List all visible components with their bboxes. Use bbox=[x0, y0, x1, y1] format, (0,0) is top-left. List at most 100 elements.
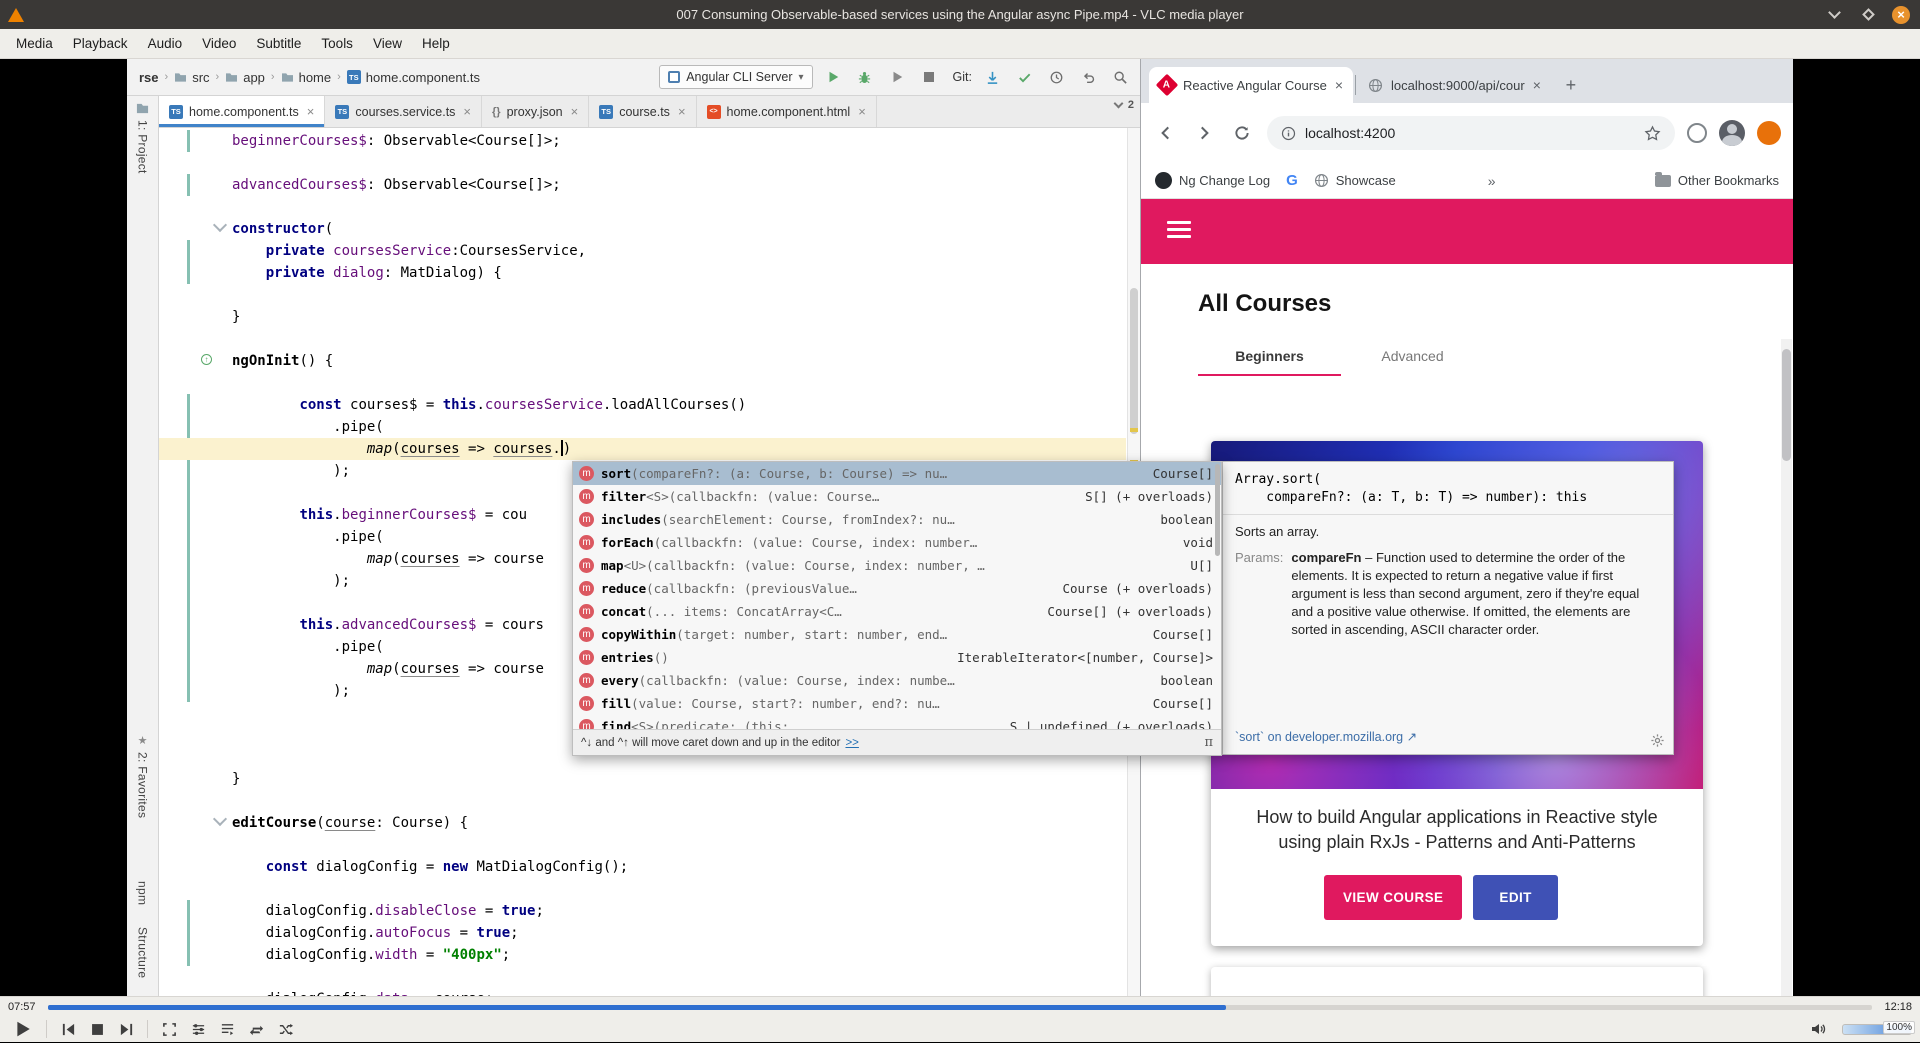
bookmark-star-icon[interactable] bbox=[1644, 124, 1661, 142]
sidebar-item-favorites[interactable]: ★ 2: Favorites bbox=[127, 734, 158, 818]
bookmarks-overflow-chevrons[interactable]: » bbox=[1488, 173, 1496, 189]
code-line[interactable]: } bbox=[232, 306, 1126, 328]
maximize-button[interactable] bbox=[1858, 5, 1878, 25]
menu-video[interactable]: Video bbox=[192, 32, 246, 55]
loop-button[interactable] bbox=[243, 1017, 269, 1041]
git-update-button[interactable] bbox=[980, 65, 1004, 89]
code-line[interactable]: dialogConfig.autoFocus = true; bbox=[232, 922, 1126, 944]
code-line[interactable]: } bbox=[232, 768, 1126, 790]
page-scrollbar[interactable] bbox=[1781, 339, 1792, 996]
back-button[interactable] bbox=[1153, 120, 1179, 146]
completion-item-forEach[interactable]: m forEach (callbackfn: (value: Course, ind… bbox=[573, 531, 1221, 554]
close-button[interactable]: × bbox=[1892, 5, 1910, 24]
editor-tab-home.component.ts[interactable]: TS home.component.ts × bbox=[159, 96, 326, 127]
edit-button[interactable]: EDIT bbox=[1473, 875, 1558, 921]
completion-item-filter[interactable]: m filter <S>(callbackfn: (value: Course… S[… bbox=[573, 485, 1221, 508]
completion-item-fill[interactable]: m fill (value: Course, start?: number, end… bbox=[573, 692, 1221, 715]
forward-button[interactable] bbox=[1191, 120, 1217, 146]
editor-tab-proxy.json[interactable]: {} proxy.json × bbox=[482, 96, 590, 127]
code-line[interactable] bbox=[232, 878, 1126, 900]
tab-advanced[interactable]: Advanced bbox=[1341, 338, 1484, 376]
profile-icon[interactable] bbox=[1757, 121, 1781, 145]
bookmark-ng-change-log[interactable]: Ng Change Log bbox=[1155, 172, 1270, 189]
completion-item-includes[interactable]: m includes (searchElement: Course, fromInd… bbox=[573, 508, 1221, 531]
tab-beginners[interactable]: Beginners bbox=[1198, 338, 1341, 376]
code-line[interactable]: const dialogConfig = new MatDialogConfig… bbox=[232, 856, 1126, 878]
pi-icon[interactable]: π bbox=[1204, 735, 1213, 750]
code-line[interactable]: dialogConfig.width = "400px"; bbox=[232, 944, 1126, 966]
code-line[interactable] bbox=[232, 834, 1126, 856]
menu-playback[interactable]: Playback bbox=[63, 32, 138, 55]
code-line[interactable]: advancedCourses$: Observable<Course[]>; bbox=[232, 174, 1126, 196]
stop-button[interactable] bbox=[84, 1017, 110, 1041]
run-config-select[interactable]: Angular CLI Server ▾ bbox=[659, 65, 813, 89]
volume-slider[interactable]: 100% bbox=[1842, 1020, 1915, 1035]
code-line[interactable]: map(courses => courses.) bbox=[159, 438, 1126, 460]
completion-item-copyWithin[interactable]: m copyWithin (target: number, start: numbe… bbox=[573, 623, 1221, 646]
completion-item-find[interactable]: m find <S>(predicate: (this:… S | undefined… bbox=[573, 715, 1221, 729]
breadcrumb-item-rse[interactable]: rse bbox=[135, 68, 163, 87]
browser-tab-reactive-angular-course[interactable]: A Reactive Angular Course × bbox=[1149, 67, 1353, 103]
close-tab-icon[interactable]: × bbox=[858, 104, 866, 119]
code-line[interactable] bbox=[232, 966, 1126, 988]
scrollbar-thumb[interactable] bbox=[1130, 288, 1138, 434]
completion-item-concat[interactable]: m concat (... items: ConcatArray<C… Course[… bbox=[573, 600, 1221, 623]
close-tab-icon[interactable]: × bbox=[463, 104, 471, 119]
sidebar-item-project[interactable]: 1: Project bbox=[127, 102, 158, 174]
breadcrumb-item-home.component.ts[interactable]: TS home.component.ts bbox=[343, 68, 484, 87]
code-line[interactable]: private dialog: MatDialog) { bbox=[232, 262, 1126, 284]
menu-media[interactable]: Media bbox=[6, 32, 63, 55]
code-line[interactable]: private coursesService:CoursesService, bbox=[232, 240, 1126, 262]
menu-help[interactable]: Help bbox=[412, 32, 460, 55]
playlist-button[interactable] bbox=[214, 1017, 240, 1041]
editor-tab-home.component.html[interactable]: <> home.component.html × bbox=[697, 96, 877, 127]
close-tab-icon[interactable]: × bbox=[1335, 77, 1343, 93]
close-tab-icon[interactable]: × bbox=[1533, 77, 1541, 93]
code-line[interactable]: constructor( bbox=[232, 218, 1126, 240]
minimize-button[interactable] bbox=[1824, 5, 1844, 25]
volume-icon[interactable] bbox=[1805, 1017, 1831, 1041]
run-button[interactable] bbox=[821, 65, 845, 89]
avatar[interactable] bbox=[1719, 120, 1745, 146]
gear-icon[interactable] bbox=[1650, 733, 1665, 748]
code-line[interactable]: dialogConfig.disableClose = true; bbox=[232, 900, 1126, 922]
menu-view[interactable]: View bbox=[363, 32, 412, 55]
code-line[interactable] bbox=[232, 372, 1126, 394]
url-text[interactable]: localhost:4200 bbox=[1305, 125, 1395, 141]
stop-button[interactable] bbox=[917, 65, 941, 89]
history-button[interactable] bbox=[1044, 65, 1068, 89]
breadcrumb-item-app[interactable]: app bbox=[221, 68, 269, 87]
debug-button[interactable] bbox=[853, 65, 877, 89]
code-line[interactable]: const courses$ = this.coursesService.loa… bbox=[232, 394, 1126, 416]
code-line[interactable]: ngOnInit() { bbox=[232, 350, 1126, 372]
search-everywhere-icon[interactable] bbox=[1108, 65, 1132, 89]
fold-icon[interactable] bbox=[212, 811, 228, 827]
shuffle-button[interactable] bbox=[272, 1017, 298, 1041]
fullscreen-button[interactable] bbox=[156, 1017, 182, 1041]
seek-bar[interactable] bbox=[48, 1004, 1872, 1010]
next-button[interactable] bbox=[113, 1017, 139, 1041]
close-tab-icon[interactable]: × bbox=[307, 104, 315, 119]
sidebar-item-structure[interactable]: Structure bbox=[127, 927, 158, 978]
menu-subtitle[interactable]: Subtitle bbox=[246, 32, 311, 55]
implements-gutter-icon[interactable]: ↑ bbox=[201, 354, 212, 365]
reload-button[interactable] bbox=[1229, 120, 1255, 146]
completion-item-map[interactable]: m map <U>(callbackfn: (value: Course, inde… bbox=[573, 554, 1221, 577]
code-line[interactable]: editCourse(course: Course) { bbox=[232, 812, 1126, 834]
run-with-coverage-button[interactable] bbox=[885, 65, 909, 89]
menu-audio[interactable]: Audio bbox=[138, 32, 193, 55]
editor-tab-courses.service.ts[interactable]: TS courses.service.ts × bbox=[325, 96, 483, 127]
editor-tab-course.ts[interactable]: TS course.ts × bbox=[589, 96, 697, 127]
fold-icon[interactable] bbox=[212, 217, 228, 233]
play-button[interactable] bbox=[8, 1017, 38, 1041]
code-line[interactable] bbox=[232, 790, 1126, 812]
rollback-button[interactable] bbox=[1076, 65, 1100, 89]
code-line[interactable]: dialogConfig.data = course; bbox=[232, 988, 1126, 996]
extension-icon[interactable] bbox=[1687, 123, 1707, 143]
close-tab-icon[interactable]: × bbox=[678, 104, 686, 119]
code-line[interactable] bbox=[232, 196, 1126, 218]
completion-item-entries[interactable]: m entries() IterableIterator<[number, Cour… bbox=[573, 646, 1221, 669]
code-line[interactable] bbox=[232, 284, 1126, 306]
hidden-tabs-dropdown[interactable]: 2 bbox=[1113, 98, 1134, 111]
browser-tab-localhost-api[interactable]: localhost:9000/api/cour × bbox=[1358, 67, 1551, 103]
